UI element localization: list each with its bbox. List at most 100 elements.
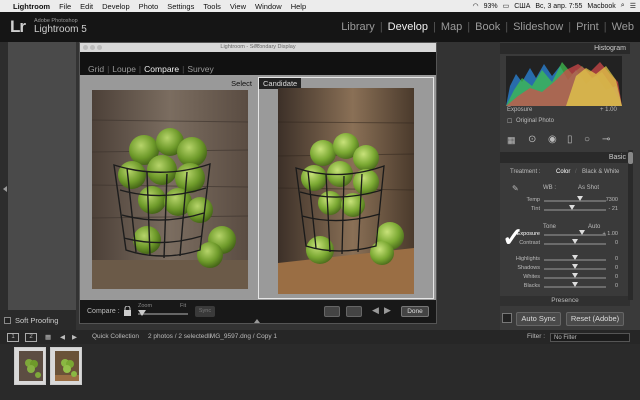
- module-develop[interactable]: Develop: [388, 21, 428, 33]
- minimize-window-icon[interactable]: [90, 45, 95, 50]
- treatment-bw[interactable]: Black & White: [582, 169, 619, 175]
- menu-settings[interactable]: Settings: [167, 2, 194, 11]
- graduated-filter-icon[interactable]: ▯: [567, 134, 573, 145]
- adjustment-brush-icon[interactable]: ⊸: [602, 134, 610, 145]
- histogram-header[interactable]: Histogram: [500, 43, 630, 54]
- secondary-window-button[interactable]: 2: [25, 333, 37, 342]
- make-select-button[interactable]: [346, 306, 362, 317]
- swap-button[interactable]: [324, 306, 340, 317]
- forward-arrow-icon[interactable]: ▶: [72, 333, 77, 341]
- search-icon[interactable]: ⌕: [621, 2, 625, 10]
- filmstrip-thumbnail[interactable]: [14, 347, 46, 385]
- left-panel-toggle-icon[interactable]: [3, 186, 7, 192]
- select-photo[interactable]: [92, 90, 248, 289]
- soft-proofing-toggle[interactable]: Soft Proofing: [0, 310, 76, 330]
- filmstrip-bar: 1 2 ▦ ◀ ▶ Quick Collection 2 photos / 2 …: [0, 330, 640, 344]
- lock-icon[interactable]: [123, 306, 132, 316]
- menu-tools[interactable]: Tools: [203, 2, 221, 11]
- tab-loupe[interactable]: Loupe: [112, 64, 136, 74]
- module-print[interactable]: Print: [576, 21, 599, 33]
- left-panel: [0, 42, 76, 330]
- menu-help[interactable]: Help: [291, 2, 306, 11]
- basic-panel-header[interactable]: Basic: [500, 152, 630, 163]
- module-book[interactable]: Book: [475, 21, 500, 33]
- right-panel-scrollbar[interactable]: [628, 150, 633, 300]
- temp-slider-knob[interactable]: [576, 196, 583, 201]
- battery-level[interactable]: 93%: [484, 3, 498, 10]
- menu-photo[interactable]: Photo: [139, 2, 159, 11]
- tone-label: Tone: [543, 224, 557, 230]
- user-name[interactable]: Macbook: [587, 3, 615, 10]
- candidate-photo[interactable]: [278, 88, 414, 294]
- contrast-value[interactable]: 0: [596, 240, 618, 246]
- crop-tool-icon[interactable]: ⊙: [528, 134, 536, 145]
- filmstrip-toggle-icon[interactable]: [254, 319, 260, 323]
- shadows-slider-knob[interactable]: [572, 264, 578, 269]
- treatment-color[interactable]: Color: [556, 169, 570, 175]
- sync-button[interactable]: Sync: [195, 306, 215, 317]
- collection-name[interactable]: Quick Collection: [92, 333, 139, 340]
- highlights-value[interactable]: 0: [596, 256, 618, 262]
- menu-view[interactable]: View: [230, 2, 246, 11]
- menu-edit[interactable]: Edit: [80, 2, 93, 11]
- module-picker: Library | Develop | Map | Book | Slidesh…: [336, 21, 634, 33]
- wifi-icon[interactable]: ◠: [473, 2, 479, 10]
- clock[interactable]: Вс, 3 апр. 7:55: [535, 3, 582, 10]
- grid-overlay-icon[interactable]: ▦: [507, 135, 516, 146]
- done-button[interactable]: Done: [401, 306, 429, 317]
- white-balance-picker-icon[interactable]: ✎: [512, 184, 519, 193]
- soft-proofing-checkbox[interactable]: [4, 316, 11, 324]
- keyboard-layout[interactable]: США: [514, 3, 530, 10]
- select-frame[interactable]: Select: [80, 77, 256, 299]
- wb-dropdown[interactable]: As Shot: [578, 185, 599, 191]
- top-panel-toggle-icon[interactable]: [254, 44, 260, 48]
- highlights-slider-knob[interactable]: [572, 255, 578, 260]
- next-arrow-icon[interactable]: ▶: [384, 305, 391, 316]
- zoom-slider-knob[interactable]: [138, 310, 146, 316]
- radial-filter-icon[interactable]: ○: [584, 134, 590, 145]
- filter-dropdown[interactable]: No Filter: [550, 333, 630, 342]
- menu-window[interactable]: Window: [255, 2, 282, 11]
- back-arrow-icon[interactable]: ◀: [60, 333, 65, 341]
- reset-button[interactable]: Reset (Adobe): [566, 312, 624, 326]
- module-slideshow[interactable]: Slideshow: [513, 21, 563, 33]
- whites-slider-knob[interactable]: [572, 273, 578, 278]
- menu-file[interactable]: File: [59, 2, 71, 11]
- tone-auto-button[interactable]: Auto: [588, 224, 600, 230]
- exposure-slider-knob[interactable]: [579, 230, 586, 235]
- temp-value[interactable]: 7300: [596, 197, 618, 203]
- tab-grid[interactable]: Grid: [88, 64, 104, 74]
- window-controls: [83, 45, 102, 50]
- tint-value[interactable]: - 21: [596, 206, 618, 212]
- blacks-value[interactable]: 0: [596, 283, 618, 289]
- module-separator: |: [505, 21, 509, 33]
- contrast-slider-knob[interactable]: [572, 239, 578, 244]
- auto-sync-button[interactable]: Auto Sync: [516, 312, 561, 326]
- menu-list-icon[interactable]: ☰: [630, 2, 636, 10]
- previous-arrow-icon[interactable]: ◀: [372, 305, 379, 316]
- original-photo-checkbox[interactable]: ☐: [507, 118, 512, 125]
- selection-info: 2 photos / 2 selected /: [148, 333, 212, 340]
- menu-develop[interactable]: Develop: [102, 2, 130, 11]
- tab-compare[interactable]: Compare: [144, 64, 179, 74]
- tint-slider-knob[interactable]: [568, 205, 575, 210]
- blacks-slider-knob[interactable]: [572, 282, 578, 287]
- module-map[interactable]: Map: [441, 21, 462, 33]
- zoom-window-icon[interactable]: [97, 45, 102, 50]
- exposure-value[interactable]: + 1.00: [596, 231, 618, 237]
- grid-view-icon[interactable]: ▦: [45, 333, 51, 341]
- module-web[interactable]: Web: [612, 21, 634, 33]
- shadows-value[interactable]: 0: [596, 265, 618, 271]
- candidate-frame[interactable]: Candidate: [258, 77, 434, 299]
- close-window-icon[interactable]: [83, 45, 88, 50]
- tab-survey[interactable]: Survey: [187, 64, 213, 74]
- spot-removal-icon[interactable]: ◉: [548, 134, 557, 145]
- right-panel-scroll-thumb[interactable]: [628, 152, 633, 164]
- current-filename[interactable]: IMG_9597.dng / Copy 1: [208, 333, 277, 340]
- filmstrip-thumbnail[interactable]: [50, 347, 82, 385]
- sync-switch[interactable]: [502, 313, 512, 323]
- module-library[interactable]: Library: [341, 21, 375, 33]
- menu-lightroom[interactable]: Lightroom: [13, 2, 50, 11]
- main-window-button[interactable]: 1: [7, 333, 19, 342]
- whites-value[interactable]: 0: [596, 274, 618, 280]
